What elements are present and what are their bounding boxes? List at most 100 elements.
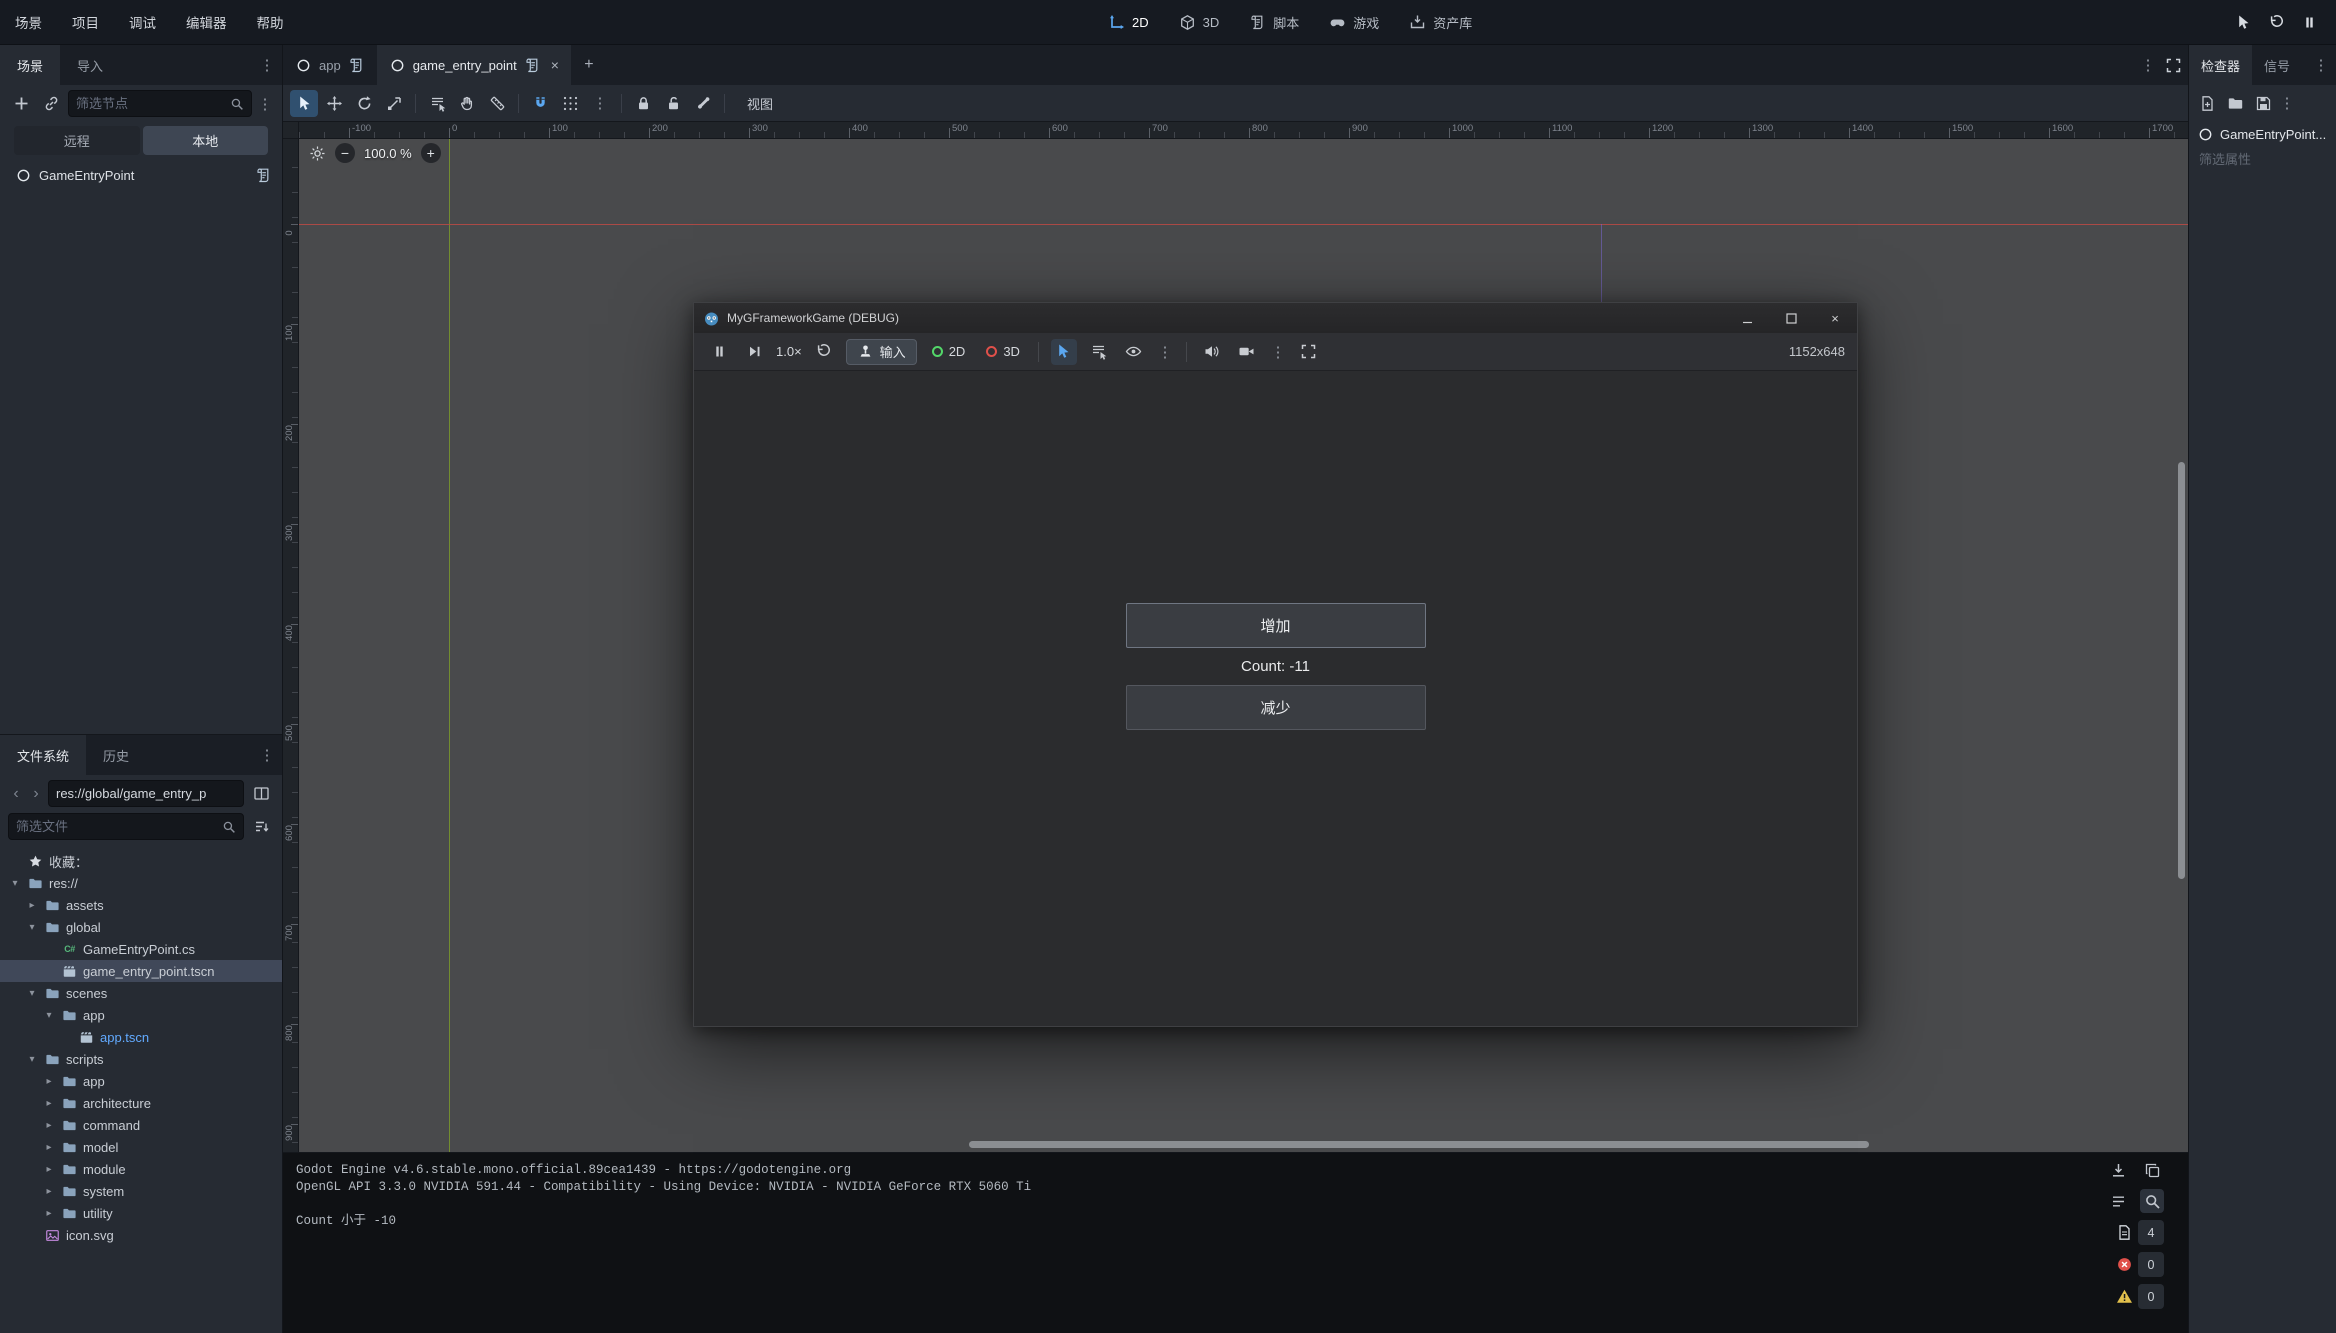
attached-script-icon[interactable] (255, 167, 272, 184)
inspector-dock-menu-icon[interactable]: ⋮ (2312, 56, 2330, 74)
increase-button[interactable]: 增加 (1126, 603, 1426, 648)
run-cursor-icon[interactable] (2235, 14, 2252, 31)
tab-scene[interactable]: 场景 (0, 45, 60, 85)
file-tree-item[interactable]: ▾app (0, 1004, 282, 1026)
save-log-button[interactable] (2106, 1158, 2130, 1182)
tab-import[interactable]: 导入 (60, 45, 120, 85)
scene-tab-app[interactable]: app (283, 45, 377, 85)
workspace-game[interactable]: 游戏 (1316, 0, 1392, 45)
tab-inspector[interactable]: 检查器 (2189, 45, 2252, 85)
tab-filesystem[interactable]: 文件系统 (0, 735, 86, 775)
filesystem-dock-menu-icon[interactable]: ⋮ (258, 746, 276, 764)
file-tree-item[interactable]: C#GameEntryPoint.cs (0, 938, 282, 960)
center-view-icon[interactable] (309, 145, 326, 162)
rotate-tool-icon[interactable] (350, 90, 378, 117)
file-tree-item[interactable]: ▸module (0, 1158, 282, 1180)
filter-files-input[interactable] (16, 819, 216, 834)
workspace-script[interactable]: 脚本 (1236, 0, 1312, 45)
instance-scene-button[interactable] (38, 91, 64, 117)
menu-help[interactable]: 帮助 (242, 0, 299, 44)
zoom-level[interactable]: 100.0 % (364, 146, 412, 161)
ruler-tool-icon[interactable] (483, 90, 511, 117)
expand-arrow-icon[interactable]: ▸ (42, 1142, 56, 1153)
file-tree-item[interactable]: 收藏： (0, 850, 282, 872)
camera-menu-icon[interactable]: ⋮ (1269, 343, 1287, 361)
expand-arrow-icon[interactable]: ▸ (42, 1120, 56, 1131)
zoom-in-button[interactable]: + (421, 143, 441, 163)
camera-override-icon[interactable] (1234, 339, 1260, 365)
move-tool-icon[interactable] (320, 90, 348, 117)
filter-files-field[interactable] (8, 813, 244, 840)
filter-properties-input[interactable] (2199, 152, 2326, 167)
tab-history[interactable]: 历史 (86, 735, 146, 775)
warnings-filter-badge[interactable]: 0 (2116, 1284, 2164, 1309)
run-restart-icon[interactable] (2268, 14, 2285, 31)
decrease-button[interactable]: 减少 (1126, 685, 1426, 730)
file-tree-item[interactable]: ▾global (0, 916, 282, 938)
file-tree-item[interactable]: game_entry_point.tscn (0, 960, 282, 982)
unlock-selected-icon[interactable] (659, 90, 687, 117)
save-resource-button[interactable] (2250, 90, 2276, 116)
tabbar-menu-icon[interactable]: ⋮ (2139, 56, 2157, 74)
game-viewport[interactable]: 增加 Count: -11 减少 (694, 371, 1857, 1026)
messages-filter-badge[interactable]: 4 (2116, 1220, 2164, 1245)
file-tree-item[interactable]: ▸utility (0, 1202, 282, 1224)
path-input[interactable] (56, 786, 236, 801)
skeleton-options-icon[interactable] (689, 90, 717, 117)
scene-tab-game-entry-point[interactable]: game_entry_point × (377, 45, 571, 85)
file-tree-item[interactable]: ▸system (0, 1180, 282, 1202)
close-button[interactable]: × (1813, 303, 1857, 333)
expand-arrow-icon[interactable]: ▸ (42, 1076, 56, 1087)
expand-arrow-icon[interactable]: ▸ (42, 1186, 56, 1197)
pan-tool-icon[interactable] (453, 90, 481, 117)
file-tree-item[interactable]: ▸assets (0, 894, 282, 916)
collapse-messages-button[interactable] (2106, 1189, 2130, 1213)
add-node-button[interactable] (8, 91, 34, 117)
file-tree-item[interactable]: ▾res:// (0, 872, 282, 894)
errors-filter-badge[interactable]: 0 (2116, 1252, 2164, 1277)
game-speed-label[interactable]: 1.0× (776, 344, 802, 359)
zoom-out-button[interactable]: − (335, 143, 355, 163)
embed-fullscreen-icon[interactable] (1296, 339, 1322, 365)
scene-tree-menu-icon[interactable]: ⋮ (256, 95, 274, 113)
filter-nodes-input[interactable] (76, 96, 224, 111)
copy-log-button[interactable] (2140, 1158, 2164, 1182)
game-debug-window[interactable]: MyGFrameworkGame (DEBUG) × 1.0× 输入 2D (693, 302, 1858, 1027)
scale-tool-icon[interactable] (380, 90, 408, 117)
node-list-mode-icon[interactable] (1086, 339, 1112, 365)
new-resource-button[interactable] (2194, 90, 2220, 116)
view-menu[interactable]: 视图 (737, 94, 783, 113)
reset-speed-icon[interactable] (811, 339, 837, 365)
file-tree-item[interactable]: ▾scenes (0, 982, 282, 1004)
tab-signals[interactable]: 信号 (2252, 45, 2302, 85)
scene-tree-root-node[interactable]: GameEntryPoint (0, 162, 282, 189)
grid-snap-icon[interactable] (556, 90, 584, 117)
expand-arrow-icon[interactable]: ▸ (42, 1208, 56, 1219)
collapse-arrow-icon[interactable]: ▾ (42, 1010, 56, 1021)
split-view-button[interactable] (248, 781, 274, 807)
nav-forward-icon[interactable]: › (28, 786, 44, 802)
remote-button[interactable]: 远程 (14, 126, 140, 155)
list-select-icon[interactable] (423, 90, 451, 117)
load-resource-button[interactable] (2222, 90, 2248, 116)
filter-nodes-field[interactable] (68, 90, 252, 117)
expand-arrow-icon[interactable]: ▸ (42, 1098, 56, 1109)
file-tree-item[interactable]: ▸architecture (0, 1092, 282, 1114)
lock-selected-icon[interactable] (629, 90, 657, 117)
workspace-3d[interactable]: 3D (1166, 0, 1233, 45)
new-scene-tab-button[interactable]: + (571, 45, 607, 85)
inspector-object-header[interactable]: GameEntryPoint... (2189, 121, 2336, 148)
collapse-arrow-icon[interactable]: ▾ (25, 1054, 39, 1065)
mode-3d-button[interactable]: 3D (980, 344, 1026, 359)
filter-properties-field[interactable] (2189, 148, 2336, 171)
distraction-free-icon[interactable] (2165, 57, 2182, 74)
workspace-2d[interactable]: 2D (1095, 0, 1162, 45)
workspace-assetlib[interactable]: 资产库 (1396, 0, 1485, 45)
sort-files-button[interactable] (248, 814, 274, 840)
selection-menu-icon[interactable]: ⋮ (1156, 343, 1174, 361)
toggle-visibility-icon[interactable] (1121, 339, 1147, 365)
horizontal-scrollbar[interactable] (969, 1141, 1869, 1148)
mode-2d-button[interactable]: 2D (926, 344, 972, 359)
run-pause-icon[interactable] (2301, 14, 2318, 31)
menu-editor[interactable]: 编辑器 (171, 0, 242, 44)
